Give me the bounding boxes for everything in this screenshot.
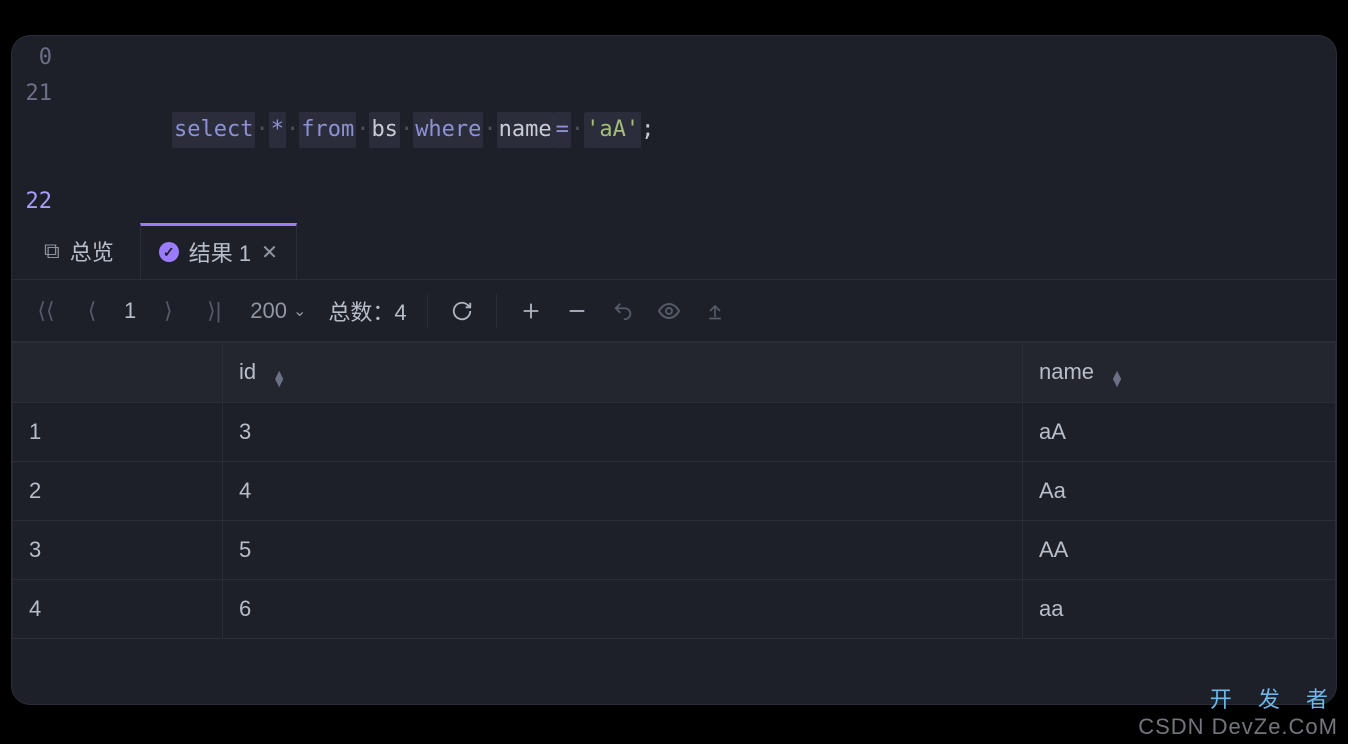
overview-icon: ⧉ [44,238,60,264]
undo-icon [612,300,634,322]
cell-id[interactable]: 3 [223,403,1023,462]
results-table: id ▲▼ name ▲▼ 1 3 aA 2 4 Aa 3 [12,342,1336,639]
table-row[interactable]: 2 4 Aa [13,462,1336,521]
eye-icon [657,299,681,323]
close-icon[interactable]: ✕ [261,240,278,265]
cell-id[interactable]: 5 [223,521,1023,580]
row-number: 3 [13,521,223,580]
column-header-name[interactable]: name ▲▼ [1023,343,1336,403]
result-tabs: ⧉ 总览 ✓ 结果 1 ✕ [12,222,1336,280]
prev-page-button[interactable]: ⟨ [72,291,112,331]
results-toolbar: ⟨⟨ ⟨ 1 ⟩ ⟩| 200 ⌄ 总数：4 [12,280,1336,342]
last-page-button[interactable]: ⟩| [194,291,234,331]
view-button[interactable] [649,291,689,331]
refresh-button[interactable] [442,291,482,331]
first-page-button[interactable]: ⟨⟨ [26,291,66,331]
line-number: 21 [12,76,66,184]
tab-result-1[interactable]: ✓ 结果 1 ✕ [140,223,297,279]
column-header-id[interactable]: id ▲▼ [223,343,1023,403]
sort-icon: ▲▼ [1110,371,1124,386]
chevron-down-icon: ⌄ [293,301,306,321]
app-window: 0 21 select·*·from·bs·where·name=·'aA'; … [12,36,1336,704]
total-label: 总数：4 [322,295,412,327]
tab-overview-label: 总览 [70,235,114,267]
sql-code-line[interactable]: select·*·from·bs·where·name=·'aA'; [66,76,654,184]
table-header-row: id ▲▼ name ▲▼ [13,343,1336,403]
row-number: 2 [13,462,223,521]
row-number: 4 [13,580,223,639]
refresh-icon [451,300,473,322]
table-row[interactable]: 4 6 aa [13,580,1336,639]
cell-id[interactable]: 4 [223,462,1023,521]
tab-overview[interactable]: ⧉ 总览 [26,223,132,279]
row-number: 1 [13,403,223,462]
minus-icon [566,300,588,322]
delete-row-button[interactable] [557,291,597,331]
add-row-button[interactable] [511,291,551,331]
undo-button[interactable] [603,291,643,331]
table-row[interactable]: 1 3 aA [13,403,1336,462]
sort-icon: ▲▼ [272,371,286,386]
export-button[interactable] [695,291,735,331]
check-icon: ✓ [159,242,179,262]
plus-icon [520,300,542,322]
next-page-button[interactable]: ⟩ [148,291,188,331]
upload-icon [705,300,725,322]
cell-name[interactable]: Aa [1023,462,1336,521]
cell-name[interactable]: aA [1023,403,1336,462]
line-number-current: 22 [12,184,66,220]
sql-editor[interactable]: 0 21 select·*·from·bs·where·name=·'aA'; … [12,36,1336,220]
cell-id[interactable]: 6 [223,580,1023,639]
table-row[interactable]: 3 5 AA [13,521,1336,580]
rownum-header [13,343,223,403]
cell-name[interactable]: AA [1023,521,1336,580]
page-number: 1 [118,298,142,324]
page-size-selector[interactable]: 200 ⌄ [240,298,316,324]
line-number: 0 [12,40,66,76]
cell-name[interactable]: aa [1023,580,1336,639]
tab-result-label: 结果 1 [189,236,251,268]
watermark: 开 发 者 CSDN DevZe.CoM [1138,682,1338,740]
